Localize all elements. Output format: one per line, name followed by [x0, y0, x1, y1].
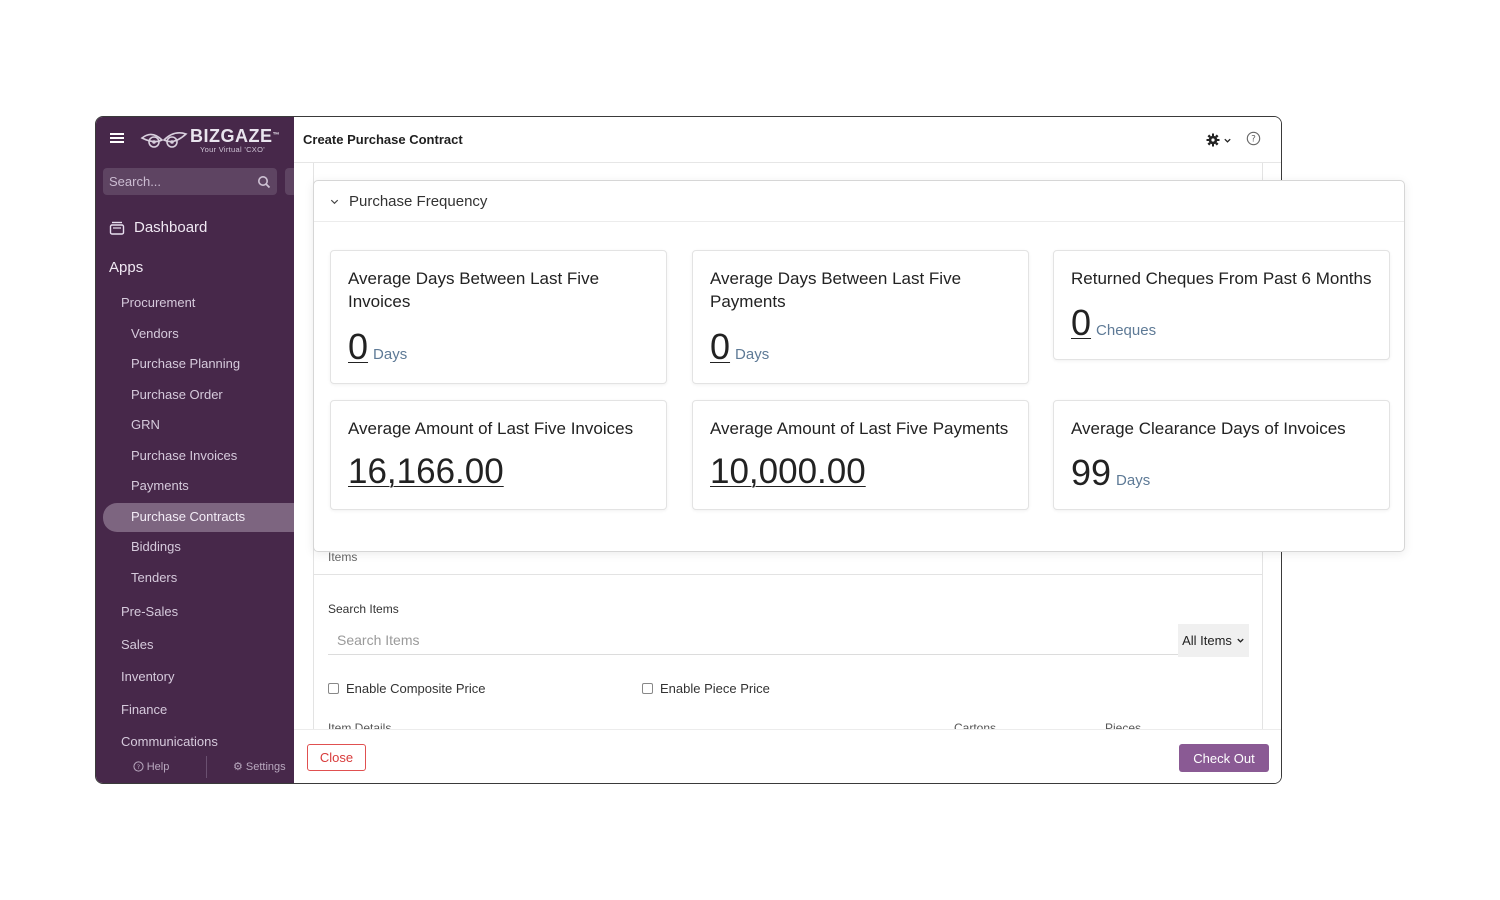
sidebar-item-finance[interactable]: Finance	[121, 702, 167, 717]
chevron-down-icon	[1237, 638, 1244, 643]
sidebar-item-purchase-planning[interactable]: Purchase Planning	[131, 356, 240, 371]
sidebar-search-input[interactable]: Search...	[103, 168, 277, 195]
sidebar-item-purchase-contracts[interactable]: Purchase Contracts	[131, 509, 245, 524]
purchase-frequency-header[interactable]: Purchase Frequency	[314, 181, 1404, 222]
chevron-down-icon	[1224, 138, 1231, 143]
stat-card-value: 99	[1071, 452, 1112, 493]
items-filter-select[interactable]: All Items	[1178, 624, 1249, 657]
gear-icon: ⚙	[233, 761, 243, 773]
sidebar-item-inventory[interactable]: Inventory	[121, 669, 174, 684]
sidebar-item-communications[interactable]: Communications	[121, 734, 218, 749]
panel-title: Purchase Frequency	[349, 193, 488, 210]
checkbox-box[interactable]	[642, 683, 653, 694]
logo-tagline: Your Virtual 'CXO'	[200, 145, 265, 154]
sidebar-footer: ? Help ⚙ Settings	[96, 750, 294, 783]
column-header-pieces: Pieces	[1105, 721, 1142, 729]
stat-card-value-row: 16,166.00	[348, 452, 504, 492]
sidebar-item-sales[interactable]: Sales	[121, 637, 154, 652]
stat-card-value-row: 0 Days	[348, 326, 407, 368]
stat-card-value-row: 99 Days	[1071, 452, 1150, 494]
svg-text:?: ?	[1251, 135, 1256, 145]
stat-card-title: Average Amount of Last Five Invoices	[348, 419, 634, 438]
stat-card-avg-amount-payments: Average Amount of Last Five Payments 10,…	[692, 400, 1029, 510]
dashboard-icon	[109, 221, 125, 235]
enable-composite-price-checkbox[interactable]: Enable Composite Price	[328, 681, 485, 696]
column-header-cartons: Cartons	[954, 721, 997, 729]
stat-card-unit: Days	[735, 346, 770, 363]
section-divider	[314, 574, 1262, 575]
stat-card-value-row: 0 Cheques	[1071, 302, 1156, 344]
stat-card-title: Average Amount of Last Five Payments	[710, 419, 1009, 438]
owl-logo-icon	[140, 131, 188, 148]
sidebar-item-dashboard[interactable]: Dashboard	[109, 219, 207, 236]
stat-card-value[interactable]: 10,000.00	[710, 452, 866, 492]
search-items-input[interactable]: Search Items	[328, 625, 1178, 655]
help-circle-icon: ?	[133, 761, 144, 772]
bizgaze-logo[interactable]: BIZGAZE™ Your Virtual 'CXO'	[140, 127, 280, 154]
sidebar-item-tenders[interactable]: Tenders	[131, 570, 177, 585]
gear-icon	[1206, 133, 1220, 147]
settings-button[interactable]: ⚙ Settings	[207, 750, 294, 783]
stat-card-value[interactable]: 0	[710, 326, 730, 368]
items-section-label: Items	[328, 550, 358, 564]
enable-piece-price-checkbox[interactable]: Enable Piece Price	[642, 681, 770, 696]
stat-card-unit: Days	[1116, 472, 1151, 489]
column-header-item-details: Item Details	[328, 721, 392, 729]
close-button[interactable]: Close	[307, 744, 366, 771]
stat-card-value-row: 10,000.00	[710, 452, 866, 492]
purchase-frequency-panel: Purchase Frequency Average Days Between …	[313, 180, 1405, 552]
stat-card-value[interactable]: 16,166.00	[348, 452, 504, 492]
stat-card-avg-clearance-days: Average Clearance Days of Invoices 99 Da…	[1053, 400, 1390, 510]
svg-text:?: ?	[136, 763, 139, 771]
sidebar-header: BIZGAZE™ Your Virtual 'CXO'	[96, 117, 294, 167]
stat-card-title: Average Days Between Last Five Payments	[710, 269, 962, 311]
stat-card-avg-amount-invoices: Average Amount of Last Five Invoices 16,…	[330, 400, 667, 510]
stat-card-title: Average Clearance Days of Invoices	[1071, 419, 1346, 438]
sidebar-item-payments[interactable]: Payments	[131, 478, 189, 493]
stat-card-unit: Cheques	[1096, 322, 1157, 339]
page-title: Create Purchase Contract	[303, 132, 463, 147]
sidebar-item-purchase-order[interactable]: Purchase Order	[131, 387, 223, 402]
sidebar-item-grn[interactable]: GRN	[131, 417, 160, 432]
sidebar-item-pre-sales[interactable]: Pre-Sales	[121, 604, 178, 619]
sidebar-item-vendors[interactable]: Vendors	[131, 326, 179, 341]
search-icon	[258, 175, 271, 188]
stat-card-value-row: 0 Days	[710, 326, 769, 368]
stat-card-avg-days-payments: Average Days Between Last Five Payments …	[692, 250, 1029, 384]
checkbox-box[interactable]	[328, 683, 339, 694]
help-button[interactable]: ? Help	[96, 750, 206, 783]
sidebar-item-purchase-invoices[interactable]: Purchase Invoices	[131, 448, 237, 463]
help-icon[interactable]: ?	[1246, 131, 1262, 147]
check-out-button[interactable]: Check Out	[1179, 744, 1269, 772]
stat-card-avg-days-invoices: Average Days Between Last Five Invoices …	[330, 250, 667, 384]
stat-card-value[interactable]: 0	[1071, 302, 1091, 344]
hamburger-menu-icon[interactable]	[110, 131, 126, 147]
stat-card-title: Returned Cheques From Past 6 Months	[1071, 269, 1372, 288]
chevron-down-icon[interactable]	[329, 196, 340, 207]
sidebar-apps-heading: Apps	[109, 259, 144, 276]
settings-dropdown[interactable]	[1206, 132, 1232, 148]
sidebar: BIZGAZE™ Your Virtual 'CXO' Search... Da…	[96, 117, 299, 783]
stat-card-unit: Days	[373, 346, 408, 363]
sidebar-item-biddings[interactable]: Biddings	[131, 539, 181, 554]
stat-card-value[interactable]: 0	[348, 326, 368, 368]
sidebar-item-procurement[interactable]: Procurement	[121, 295, 195, 310]
stat-card-title: Average Days Between Last Five Invoices	[348, 269, 600, 311]
main-footer: Close Check Out	[294, 729, 1281, 783]
search-items-label: Search Items	[328, 602, 399, 616]
stat-card-returned-cheques: Returned Cheques From Past 6 Months 0 Ch…	[1053, 250, 1390, 360]
main-header: Create Purchase Contract ?	[294, 117, 1281, 163]
